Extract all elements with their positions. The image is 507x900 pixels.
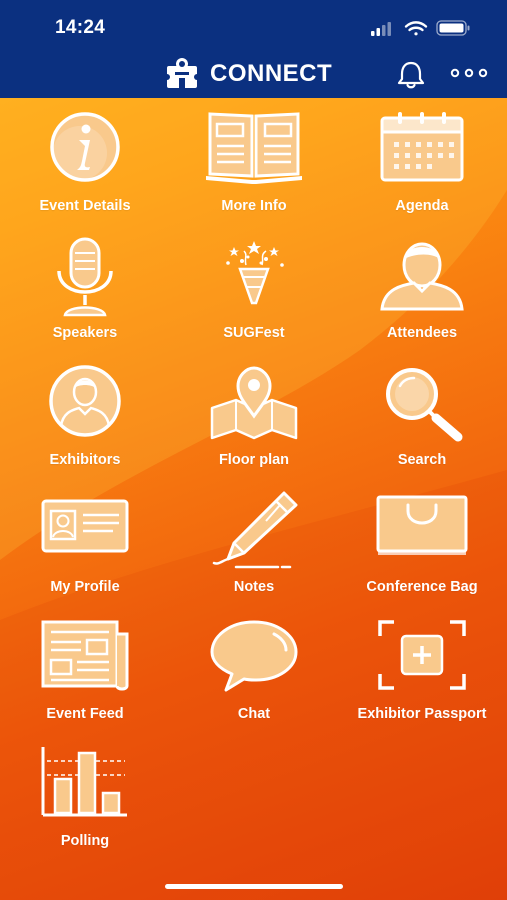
tile-conference-bag[interactable]: Conference Bag <box>338 491 506 611</box>
tile-notes[interactable]: Notes <box>170 491 338 611</box>
id-card-icon <box>41 499 129 553</box>
pen-icon <box>212 491 298 569</box>
party-popper-icon <box>226 241 284 305</box>
tile-my-profile[interactable]: My Profile <box>1 491 169 611</box>
tile-exhibitors[interactable]: Exhibitors <box>1 364 169 484</box>
magnifier-icon <box>386 368 463 442</box>
tile-label: SUGFest <box>223 325 285 341</box>
wifi-icon <box>404 21 428 36</box>
status-icons <box>371 20 470 36</box>
tile-event-feed[interactable]: Event Feed <box>1 618 169 738</box>
tile-agenda[interactable]: Agenda <box>338 110 506 230</box>
signal-icon <box>371 22 391 36</box>
tile-label: Speakers <box>52 325 118 341</box>
person-icon <box>380 242 464 311</box>
tile-label: Exhibitors <box>49 452 121 468</box>
app-title: CONNECT <box>210 60 333 87</box>
tile-label: Search <box>397 452 447 468</box>
battery-icon <box>436 20 470 36</box>
tile-chat[interactable]: Chat <box>170 618 338 738</box>
bag-icon <box>376 495 468 555</box>
tile-attendees[interactable]: Attendees <box>338 237 506 357</box>
tile-label: More Info <box>221 198 287 214</box>
tile-speakers[interactable]: Speakers <box>1 237 169 357</box>
map-pin-icon <box>210 366 298 440</box>
tile-label: Notes <box>233 579 275 595</box>
tile-label: Conference Bag <box>366 579 478 595</box>
bar-chart-icon <box>41 747 127 817</box>
tile-event-details[interactable]: Event Details <box>1 110 169 230</box>
tile-label: Attendees <box>386 325 458 341</box>
microphone-icon <box>57 237 113 317</box>
tile-more-info[interactable]: More Info <box>170 110 338 230</box>
tile-label: Chat <box>237 706 271 722</box>
bell-icon[interactable] <box>395 60 427 90</box>
passport-scan-icon <box>378 620 466 690</box>
tile-search[interactable]: Search <box>338 364 506 484</box>
tile-sugfest[interactable]: SUGFest <box>170 237 338 357</box>
tile-floor-plan[interactable]: Floor plan <box>170 364 338 484</box>
speech-bubble-icon <box>210 620 298 692</box>
tile-label: Event Details <box>39 198 131 214</box>
puzzle-person-logo-icon <box>164 58 200 88</box>
app-screen: 14:24 CONNECT Event Details More Info Ag… <box>0 0 507 900</box>
tile-label: Event Feed <box>46 706 124 722</box>
person-circle-icon <box>49 365 121 437</box>
status-time: 14:24 <box>55 17 106 38</box>
tile-label: Agenda <box>395 198 449 214</box>
tile-label: Polling <box>60 833 110 849</box>
app-brand: CONNECT <box>164 56 332 92</box>
book-icon <box>206 112 302 184</box>
home-indicator[interactable] <box>165 884 343 889</box>
top-bar: 14:24 CONNECT <box>0 0 507 98</box>
newspaper-icon <box>41 620 129 691</box>
tile-label: Floor plan <box>218 452 290 468</box>
more-dots-icon[interactable] <box>449 65 489 81</box>
tile-label: My Profile <box>50 579 120 595</box>
calendar-icon <box>380 112 464 182</box>
info-icon <box>50 112 120 182</box>
tile-label: Exhibitor Passport <box>357 706 487 722</box>
tile-exhibitor-passport[interactable]: Exhibitor Passport <box>338 618 506 738</box>
tile-polling[interactable]: Polling <box>1 745 169 865</box>
